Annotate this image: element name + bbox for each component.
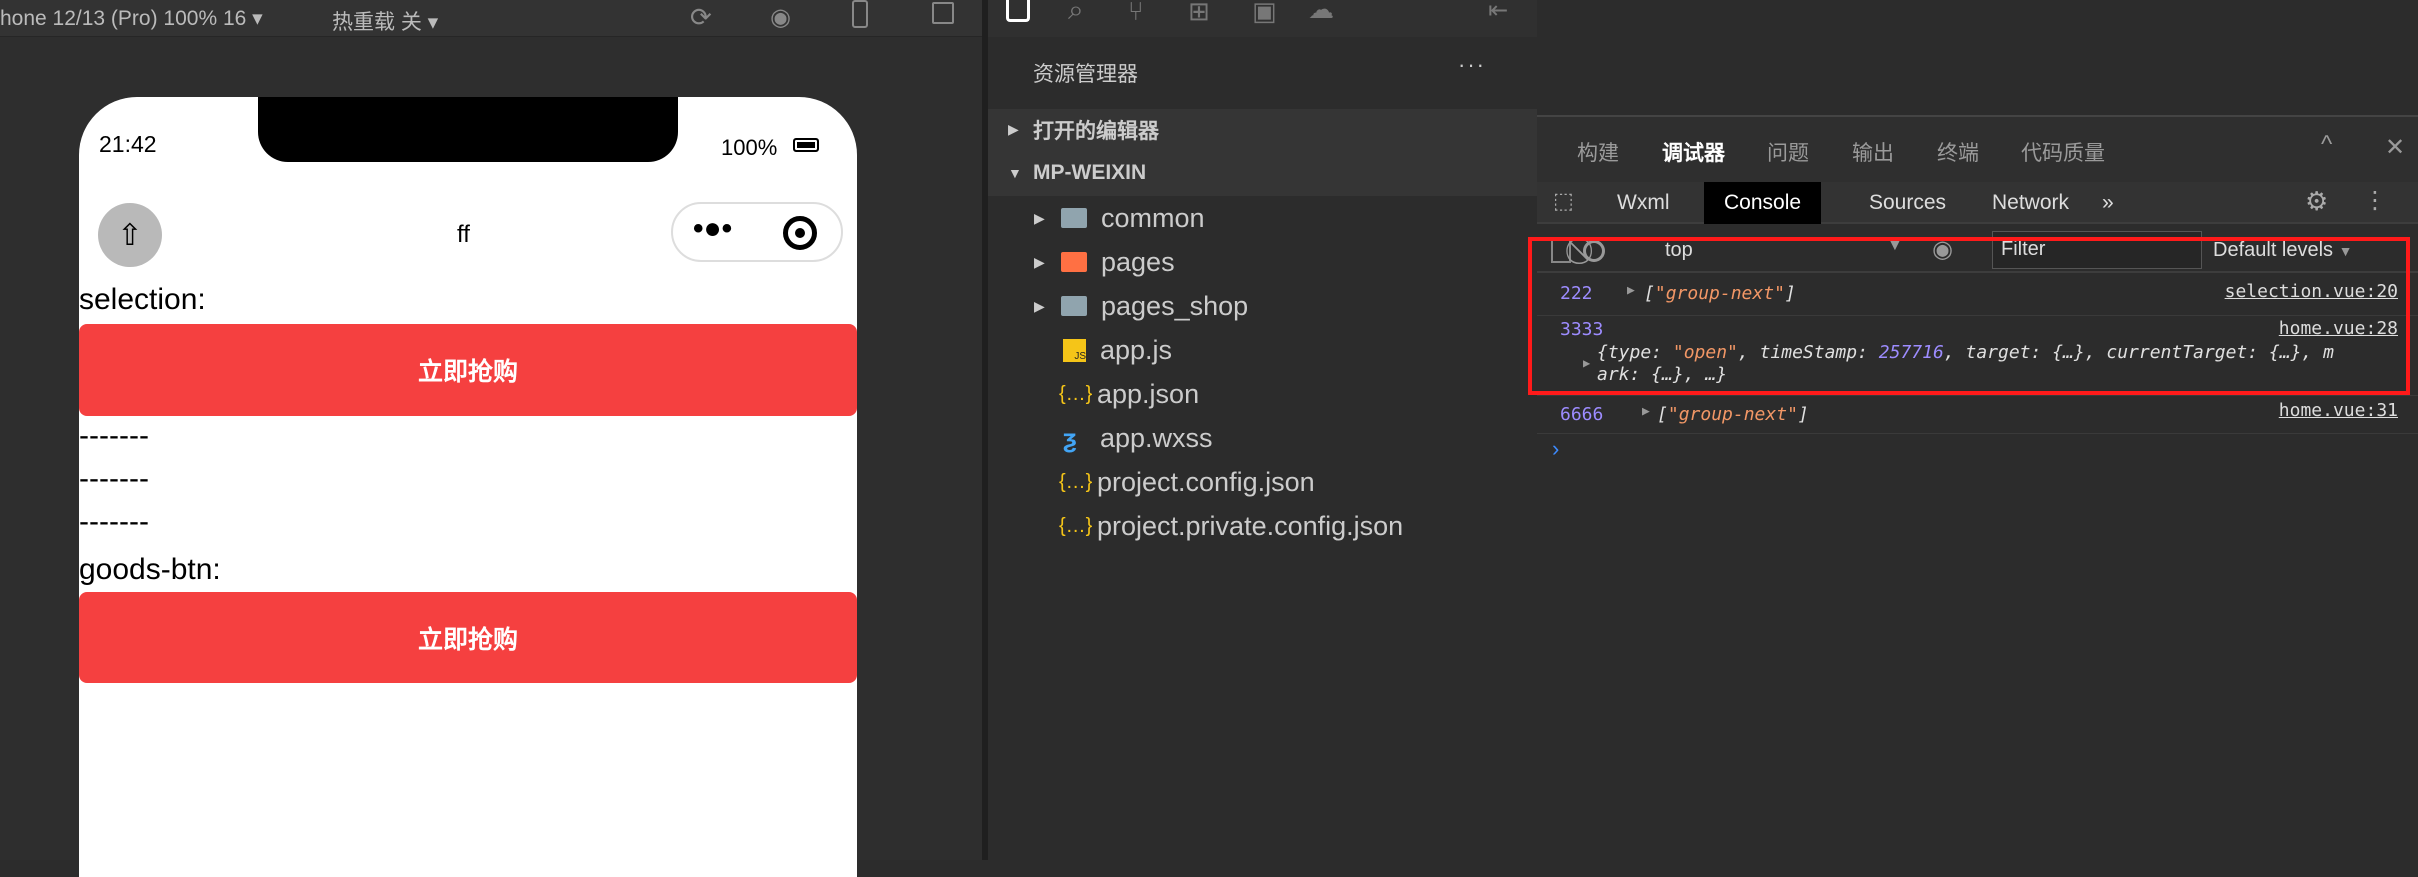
chevron-down-icon: ▼	[1008, 165, 1022, 181]
open-editors-label: 打开的编辑器	[1033, 119, 1159, 143]
search-icon[interactable]: ⌕	[1068, 0, 1084, 27]
console-prompt-icon[interactable]: ›	[1552, 436, 1559, 462]
close-miniprogram-icon[interactable]	[783, 216, 817, 250]
bottom-tabs: 构建 调试器 问题 输出 终端 代码质量 ^ ✕	[1537, 115, 2418, 189]
json-file-icon: {…}	[1059, 514, 1093, 537]
device-label: hone 12/13 (Pro) 100% 16	[0, 7, 247, 30]
chevron-right-icon: ▶	[1034, 209, 1045, 226]
explorer-icon[interactable]	[1006, 0, 1030, 22]
devtools-panel-tabs: ⬚ Wxml Console Sources Network » ⚙ ⋮	[1537, 182, 2418, 224]
chevron-right-icon: ▶	[1034, 253, 1045, 270]
css-file-icon: ƺ	[1063, 422, 1077, 453]
panel-tab-sources[interactable]: Sources	[1849, 182, 1966, 224]
folder-pages-icon	[1061, 252, 1087, 272]
inspect-element-icon[interactable]: ⬚	[1553, 188, 1574, 214]
status-time: 21:42	[99, 131, 157, 157]
json-file-icon: {…}	[1059, 470, 1093, 493]
js-file-icon: JS	[1063, 338, 1086, 362]
home-icon: ⇧	[117, 218, 143, 252]
open-editors-section[interactable]: ▶ 打开的编辑器	[988, 109, 1537, 150]
stop-icon[interactable]: ◉	[770, 3, 791, 32]
project-section[interactable]: ▼ MP-WEIXIN	[988, 150, 1537, 196]
battery-icon	[793, 138, 819, 152]
console-log-row: 6666 ▶ ["group-next"] home.vue:31	[1537, 396, 2418, 434]
tree-item-label: pages_shop	[1101, 290, 1249, 321]
nav-title: ff	[457, 221, 470, 248]
tree-item-label: app.json	[1097, 378, 1200, 409]
phone-notch	[258, 97, 678, 162]
tree-item-label: project.config.json	[1097, 466, 1315, 497]
file-explorer: ⌕ ⑂ ⊞ ▣ ☁ ⇤ 资源管理器 ··· ▶ 打开的编辑器 ▼ MP-WEIXIN…	[988, 0, 1537, 860]
tree-item-app-js[interactable]: JS app.js	[988, 328, 1537, 372]
tab-code-quality[interactable]: 代码质量	[2021, 137, 2105, 167]
panel-tab-console[interactable]: Console	[1704, 182, 1822, 224]
goods-buy-now-button[interactable]: 立即抢购	[79, 592, 857, 683]
tree-item-common[interactable]: ▶ common	[988, 196, 1537, 240]
collapse-panel-icon[interactable]: ⇤	[1488, 0, 1508, 25]
copy-icon[interactable]	[932, 2, 954, 24]
maximize-icon[interactable]: ^	[2321, 131, 2332, 159]
tree-item-project-config[interactable]: {…} project.config.json	[988, 460, 1537, 504]
tab-output[interactable]: 输出	[1852, 137, 1894, 167]
folder-icon	[1061, 296, 1087, 316]
status-battery-text: 100%	[721, 135, 778, 160]
device-select[interactable]: hone 12/13 (Pro) 100% 16 ▾	[0, 6, 263, 31]
extensions-icon[interactable]: ⊞	[1188, 0, 1210, 27]
capsule-menu: •●•	[671, 202, 843, 262]
selection-label: selection:	[79, 283, 206, 316]
log-number: 6666	[1560, 404, 1604, 425]
settings-gear-icon[interactable]: ⚙	[2305, 186, 2328, 217]
phone-icon[interactable]	[852, 0, 868, 28]
tree-item-label: app.js	[1100, 334, 1173, 365]
panel-tab-network[interactable]: Network	[1972, 182, 2089, 224]
tab-problems[interactable]: 问题	[1767, 137, 1809, 167]
tree-item-app-json[interactable]: {…} app.json	[988, 372, 1537, 416]
more-panels-icon[interactable]: »	[2082, 182, 2134, 224]
more-actions-icon[interactable]: ···	[1458, 52, 1486, 78]
source-control-icon[interactable]: ⑂	[1128, 0, 1144, 27]
save-icon[interactable]: ▣	[1252, 0, 1277, 27]
tree-item-label: app.wxss	[1100, 422, 1213, 453]
more-options-icon[interactable]: ⋮	[2363, 186, 2387, 215]
json-file-icon: {…}	[1059, 382, 1093, 405]
divider-text: -------	[79, 505, 149, 538]
folder-icon	[1061, 208, 1087, 228]
source-link[interactable]: home.vue:31	[2279, 400, 2398, 421]
divider-text: -------	[79, 462, 149, 495]
expand-arrow-icon[interactable]: ▶	[1642, 404, 1650, 419]
docker-icon[interactable]: ☁	[1308, 0, 1334, 25]
refresh-icon[interactable]: ⟳	[690, 2, 712, 33]
tree-item-pages-shop[interactable]: ▶ pages_shop	[988, 284, 1537, 328]
tree-item-project-private-config[interactable]: {…} project.private.config.json	[988, 504, 1537, 548]
highlight-box	[1528, 237, 2410, 395]
tab-build[interactable]: 构建	[1577, 137, 1619, 167]
home-button[interactable]: ⇧	[98, 203, 162, 267]
devtools-panel: 构建 调试器 问题 输出 终端 代码质量 ^ ✕ ⬚ Wxml Console …	[1528, 0, 2418, 860]
log-string: group-next	[1678, 404, 1788, 425]
tree-item-app-wxss[interactable]: ƺ app.wxss	[988, 416, 1537, 460]
goods-btn-label: goods-btn:	[79, 553, 221, 586]
more-icon[interactable]: •●•	[693, 212, 732, 246]
activity-bar: ⌕ ⑂ ⊞ ▣ ☁ ⇤	[988, 0, 1537, 37]
simulator-toolbar: hone 12/13 (Pro) 100% 16 ▾ 热重载 关 ▾ ⟳ ◉	[0, 0, 982, 37]
hot-reload-label: 热重载 关	[332, 11, 422, 34]
buy-now-button[interactable]: 立即抢购	[79, 324, 857, 416]
tree-item-label: pages	[1101, 246, 1175, 277]
panel-tab-wxml[interactable]: Wxml	[1597, 182, 1689, 224]
divider-text: -------	[79, 419, 149, 452]
tree-item-label: project.private.config.json	[1097, 510, 1404, 541]
hot-reload-select[interactable]: 热重载 关 ▾	[332, 6, 438, 36]
phone-screen: 21:42 100% ⇧ ff •●• selection: 立即抢购 ----…	[79, 97, 857, 877]
chevron-right-icon: ▶	[1034, 297, 1045, 314]
project-label: MP-WEIXIN	[1033, 161, 1147, 184]
tree-item-label: common	[1101, 202, 1205, 233]
chevron-right-icon: ▶	[1008, 121, 1019, 137]
tree-item-pages[interactable]: ▶ pages	[988, 240, 1537, 284]
tab-terminal[interactable]: 终端	[1937, 137, 1979, 167]
close-icon[interactable]: ✕	[2385, 133, 2405, 162]
explorer-title: 资源管理器	[1033, 63, 1138, 86]
